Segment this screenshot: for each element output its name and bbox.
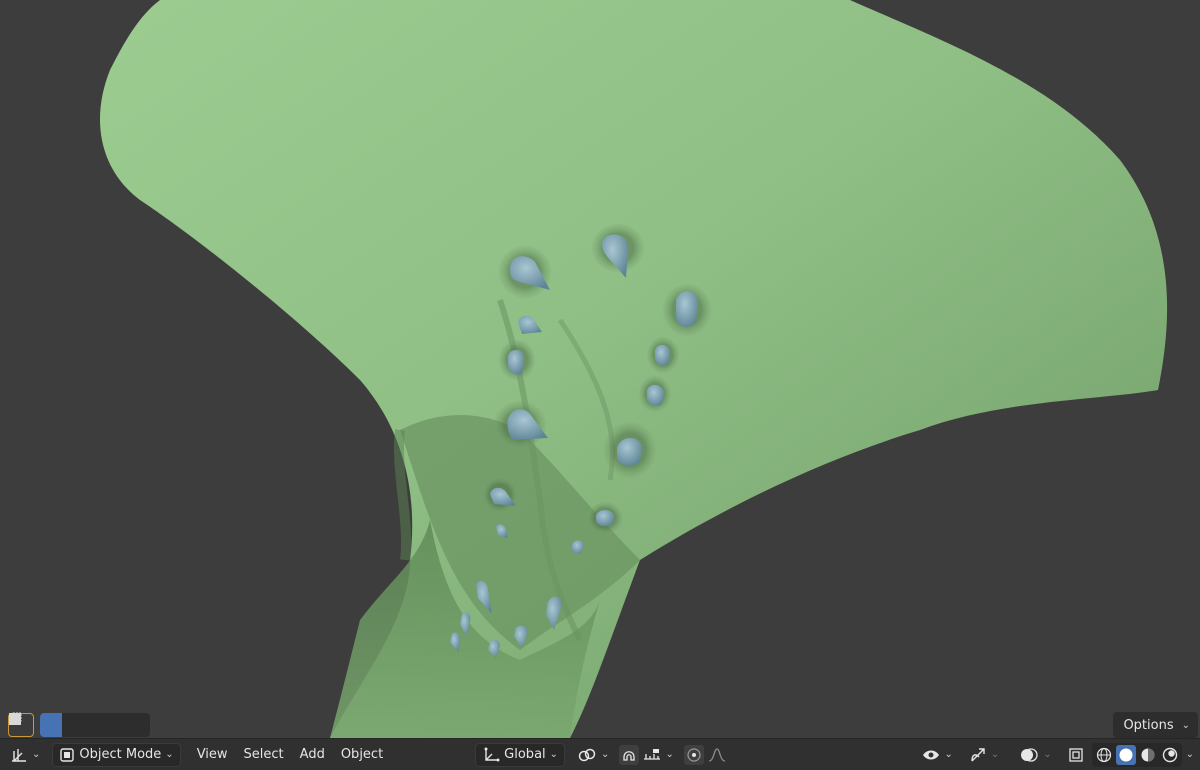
options-label: Options bbox=[1123, 717, 1174, 733]
eye-icon bbox=[922, 747, 940, 763]
spike bbox=[647, 384, 664, 406]
editor-type-button[interactable]: ⌄ bbox=[4, 743, 46, 767]
rendered-shading-button[interactable] bbox=[1160, 745, 1180, 765]
chevron-down-icon: ⌄ bbox=[165, 749, 174, 760]
solid-shading-button[interactable] bbox=[1115, 744, 1136, 765]
orientation-label: Global bbox=[504, 747, 546, 762]
select-subtract-button[interactable] bbox=[9, 712, 106, 737]
3d-viewport[interactable]: Options ⌄ bbox=[0, 0, 1200, 738]
material-shading-icon bbox=[1140, 747, 1156, 763]
link-icon bbox=[577, 747, 597, 763]
mode-dropdown[interactable]: Object Mode ⌄ bbox=[52, 742, 181, 767]
leaf-surface bbox=[100, 0, 1168, 738]
spike bbox=[655, 344, 670, 366]
mode-label: Object Mode bbox=[79, 747, 162, 762]
proportional-edit-group bbox=[683, 743, 728, 767]
chevron-down-icon: ⌄ bbox=[601, 749, 610, 760]
proportional-edit-toggle[interactable] bbox=[683, 744, 704, 765]
rendered-shading-icon bbox=[1162, 747, 1178, 763]
solid-shading-icon bbox=[1118, 747, 1134, 763]
pivot-point-dropdown[interactable]: ⌄ bbox=[571, 743, 615, 767]
falloff-dropdown[interactable] bbox=[706, 743, 728, 767]
material-shading-button[interactable] bbox=[1138, 745, 1158, 765]
axis-grid-icon bbox=[10, 747, 28, 763]
shading-options-dropdown[interactable]: ⌄ bbox=[1182, 743, 1200, 767]
chevron-down-icon: ⌄ bbox=[32, 749, 41, 760]
snap-toggle[interactable] bbox=[619, 744, 640, 765]
visibility-dropdown[interactable]: ⌄ bbox=[916, 743, 958, 767]
chevron-down-icon: ⌄ bbox=[1181, 719, 1190, 731]
tool-mode-bar bbox=[8, 712, 150, 738]
wireframe-shading-button[interactable] bbox=[1094, 745, 1114, 765]
select-extend-button[interactable] bbox=[9, 713, 84, 737]
spike bbox=[596, 510, 614, 527]
select-intersect-button[interactable] bbox=[9, 713, 150, 737]
chevron-down-icon: ⌄ bbox=[549, 749, 559, 760]
falloff-curve-icon bbox=[708, 747, 726, 763]
chevron-down-icon: ⌄ bbox=[1185, 749, 1194, 760]
spike bbox=[676, 291, 698, 327]
menu-view[interactable]: View bbox=[189, 743, 236, 767]
object-cube-icon bbox=[59, 747, 75, 763]
overlays-dropdown[interactable]: ⌄ bbox=[1013, 743, 1057, 767]
select-new-button[interactable] bbox=[9, 713, 62, 737]
mesh-render bbox=[100, 0, 1168, 738]
axes-icon bbox=[482, 747, 500, 763]
snap-target-dropdown[interactable]: ⌄ bbox=[641, 743, 675, 767]
transform-orientation-dropdown[interactable]: Global ⌄ bbox=[475, 742, 566, 767]
proportional-dot-icon bbox=[686, 747, 702, 763]
shading-modes bbox=[1091, 742, 1182, 767]
overlay-circles-icon bbox=[1019, 747, 1039, 763]
menu-object[interactable]: Object bbox=[333, 743, 391, 767]
xray-toggle[interactable] bbox=[1066, 745, 1086, 765]
ruler-icon bbox=[643, 747, 661, 763]
options-dropdown[interactable]: Options ⌄ bbox=[1113, 712, 1198, 738]
chevron-down-icon: ⌄ bbox=[665, 749, 674, 760]
xray-square-icon bbox=[1068, 747, 1084, 763]
select-invert-button[interactable] bbox=[9, 713, 128, 737]
spike bbox=[508, 350, 524, 375]
header-menus: View Select Add Object bbox=[189, 743, 391, 767]
selection-mode-group bbox=[9, 712, 150, 737]
chevron-down-icon: ⌄ bbox=[944, 749, 953, 760]
menu-select[interactable]: Select bbox=[236, 743, 292, 767]
gizmo-arrows-icon bbox=[969, 747, 987, 763]
spike bbox=[616, 437, 642, 466]
viewport-header: ⌄ Object Mode ⌄ View Select Add Object G… bbox=[0, 738, 1200, 770]
menu-add[interactable]: Add bbox=[292, 743, 333, 767]
gizmo-toggle[interactable]: ⌄ bbox=[963, 743, 1005, 767]
chevron-down-icon: ⌄ bbox=[990, 749, 1000, 760]
magnet-icon bbox=[621, 747, 637, 763]
chevron-down-icon: ⌄ bbox=[1043, 749, 1052, 760]
snapping-group: ⌄ bbox=[619, 743, 675, 767]
wireframe-shading-icon bbox=[1096, 747, 1112, 763]
